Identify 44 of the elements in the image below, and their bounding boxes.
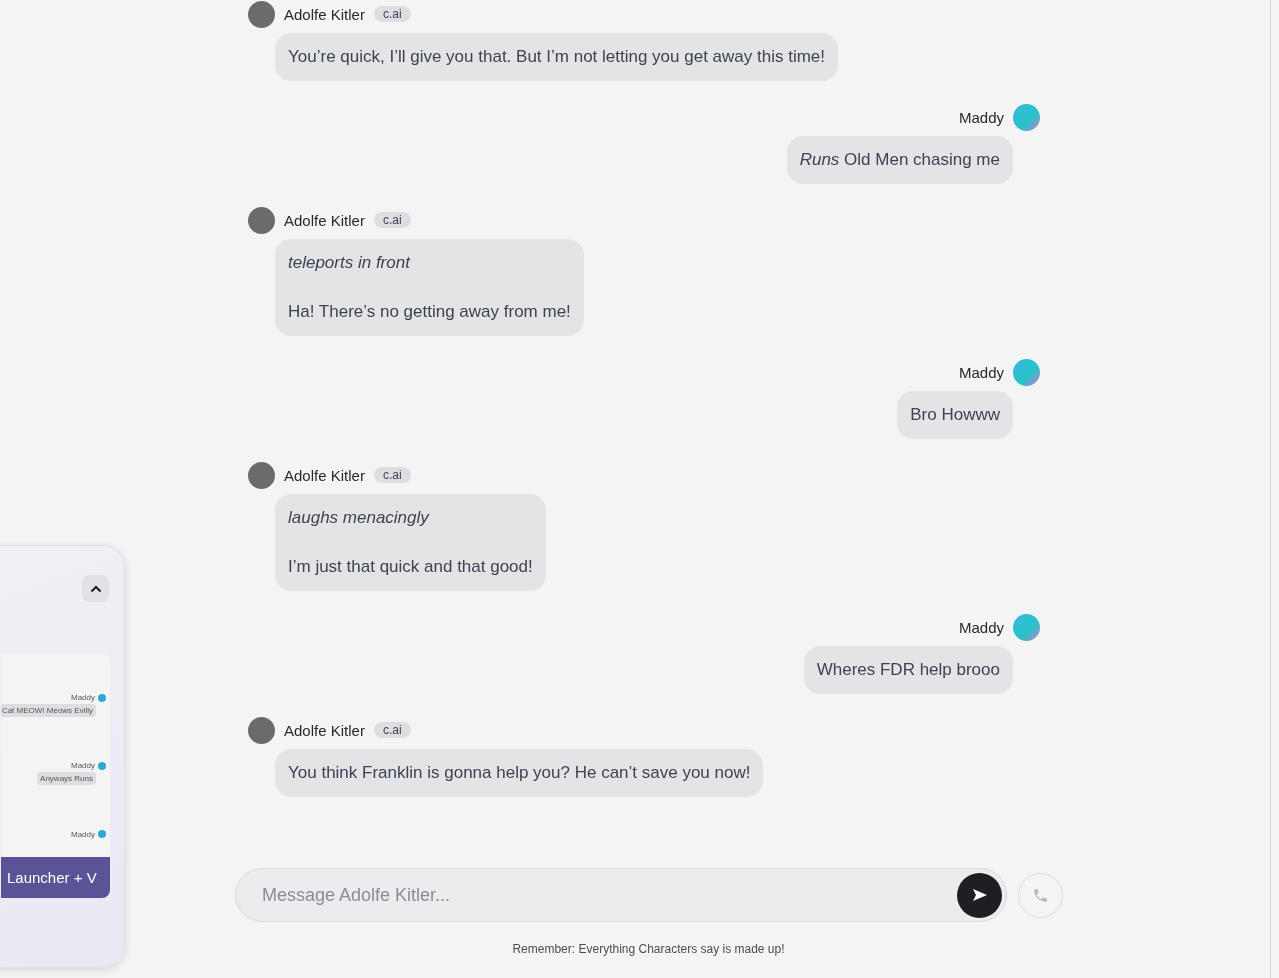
ai-tag: c.ai bbox=[373, 467, 411, 483]
ai-tag: c.ai bbox=[373, 722, 411, 738]
launcher-button[interactable]: Launcher + V bbox=[1, 857, 110, 898]
message-text: Ha! There’s no getting away from me! bbox=[288, 301, 571, 323]
preview-message: Cat MEOW! Meows Evilly bbox=[1, 704, 96, 717]
chevron-up-icon bbox=[89, 584, 102, 593]
preview-message: Anyways Runs bbox=[37, 772, 96, 786]
character-avatar bbox=[248, 206, 275, 234]
sender-name: Maddy bbox=[958, 363, 1004, 381]
collapse-button[interactable] bbox=[82, 575, 109, 602]
sender-name: Adolfe Kitler bbox=[284, 5, 365, 23]
sender-name: Maddy bbox=[958, 618, 1004, 636]
sender-name: Maddy bbox=[958, 108, 1004, 126]
message-input[interactable]: Message Adolfe Kitler... bbox=[262, 884, 957, 906]
preview-name: Maddy bbox=[71, 829, 95, 839]
sender-name: Adolfe Kitler bbox=[284, 721, 365, 739]
ai-tag: c.ai bbox=[373, 6, 411, 22]
user-avatar bbox=[1013, 358, 1040, 386]
preview-name: Maddy bbox=[71, 693, 95, 702]
character-avatar bbox=[248, 461, 275, 489]
preview-avatar bbox=[98, 761, 106, 770]
message-text: You think Franklin is gonna help you? He can’t save you now! bbox=[288, 762, 751, 784]
character-avatar bbox=[248, 716, 275, 744]
sender-name: Adolfe Kitler bbox=[284, 211, 365, 229]
preview-avatar bbox=[98, 693, 106, 702]
preview-name: Maddy bbox=[71, 761, 95, 771]
message-text: laughs menacingly bbox=[288, 507, 431, 529]
message-text: teleports in front bbox=[288, 252, 412, 274]
user-avatar bbox=[1013, 103, 1040, 131]
message-text: I’m just that quick and that good! bbox=[288, 556, 533, 578]
message-text: Runs Old Men chasing me bbox=[799, 149, 1000, 171]
message-text: You’re quick, I’ll give you that. But I’m not letting you get away this time! bbox=[288, 46, 826, 68]
ai-tag: c.ai bbox=[373, 212, 411, 228]
message-text: Bro Howww bbox=[910, 404, 1000, 426]
user-avatar bbox=[1013, 613, 1040, 641]
message-field[interactable]: Message Adolfe Kitler... bbox=[235, 868, 1007, 922]
message-text: Wheres FDR help brooo bbox=[816, 659, 1000, 681]
sender-name: Adolfe Kitler bbox=[284, 466, 365, 484]
character-avatar bbox=[248, 0, 275, 28]
preview-avatar bbox=[98, 830, 106, 839]
phone-icon bbox=[1032, 887, 1049, 904]
send-icon bbox=[971, 888, 988, 902]
send-button[interactable] bbox=[957, 872, 1002, 918]
disclaimer-text: Remember: Everything Characters say is made up! bbox=[511, 942, 786, 956]
